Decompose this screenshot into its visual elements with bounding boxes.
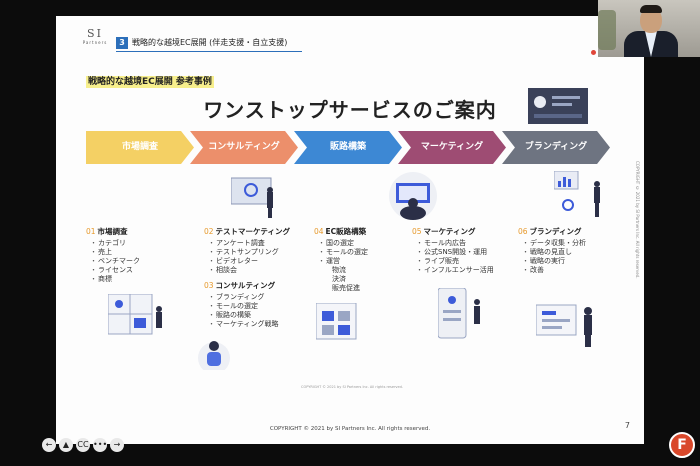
list-item: ライブ販売 <box>412 257 494 266</box>
column-heading: 06 ブランディング <box>518 226 586 237</box>
list-item: 物流 <box>332 266 346 274</box>
dashboard-illustration <box>528 88 588 124</box>
column-heading-text: コンサルティング <box>215 281 276 290</box>
list-item: 戦略の実行 <box>518 257 586 266</box>
list-item: モール内広告 <box>412 239 494 248</box>
step-number: 02 <box>204 227 214 236</box>
list-item: テストサンプリング <box>204 248 290 257</box>
vertical-copyright: COPYRIGHT © 2021 by SI Partners Inc. All… <box>635 161 640 279</box>
service-column-1: 01市場調査カテゴリ売上ベンチマークライセンス商標 <box>86 226 140 284</box>
list-item: 販売促進 <box>332 284 360 292</box>
more-icon[interactable]: ••• <box>93 438 107 452</box>
column-heading: 05 マーケティング <box>412 226 494 237</box>
webcam-video <box>598 0 700 57</box>
list-item: 売上 <box>86 248 140 257</box>
list-item: 改善 <box>518 266 586 275</box>
column-heading-text: テストマーケティング <box>215 227 290 236</box>
step-number: 03 <box>204 281 214 290</box>
list-item: インフルエンサー活用 <box>412 266 494 275</box>
page-number: 7 <box>624 421 630 430</box>
list-item: ベンチマーク <box>86 257 140 266</box>
presenter-hair <box>640 5 662 13</box>
slide-footer: COPYRIGHT © 2021 by SI Partners Inc. All… <box>269 426 431 432</box>
list-item: ブランディング <box>204 293 290 302</box>
step-number: 01 <box>86 227 96 236</box>
list-item: 決済 <box>332 275 346 283</box>
list-item: 運営 <box>314 257 368 266</box>
presentation-slide: SI Partners 3 戦略的な越境EC展開 (伴走支援・自立支援) 戦略的… <box>56 16 644 444</box>
section-number-badge: 3 <box>116 37 128 49</box>
company-logo: SI Partners <box>82 27 108 46</box>
list-item: 戦略の見直し <box>518 248 586 257</box>
section-title: 戦略的な越境EC展開 (伴走支援・自立支援) <box>132 38 288 47</box>
list-item: ビデオレター <box>204 257 290 266</box>
screen: SI Partners 3 戦略的な越境EC展開 (伴走支援・自立支援) 戦略的… <box>0 0 700 466</box>
column-heading-text: 市場調査 <box>97 227 128 236</box>
list-item: 相談会 <box>204 266 290 275</box>
slide-subtitle: 戦略的な越境EC展開 参考事例 <box>86 76 214 88</box>
background-plant <box>598 10 616 50</box>
pointer-icon[interactable]: ▲ <box>59 438 73 452</box>
recording-indicator-icon <box>591 50 596 55</box>
step-number: 04 <box>314 227 324 236</box>
step-chevron-3: 販路構築 <box>294 131 402 164</box>
forward-arrow-icon[interactable]: → <box>110 438 124 452</box>
column-heading-text: ブランディング <box>529 227 582 236</box>
column-heading: 01 市場調査 <box>86 226 140 237</box>
list-item: モールの選定 <box>314 248 368 257</box>
column-heading-text: マーケティング <box>423 227 476 236</box>
step-number: 06 <box>518 227 528 236</box>
list-item: 公式SNS開設・運用 <box>412 248 494 257</box>
list-item: 国の選定 <box>314 239 368 248</box>
step-chevron-1: 市場調査 <box>86 131 194 164</box>
ecommerce-illustration <box>316 303 357 340</box>
social-media-illustration <box>438 288 480 339</box>
step-chevron-2: コンサルティング <box>190 131 298 164</box>
market-chart-illustration <box>108 294 162 335</box>
list-item: アンケート調査 <box>204 239 290 248</box>
list-item: カテゴリ <box>86 239 140 248</box>
section-underline <box>116 51 302 52</box>
column-heading: 02 テストマーケティング <box>204 226 290 237</box>
back-arrow-icon[interactable]: ← <box>42 438 56 452</box>
analytics-illustration <box>554 171 600 217</box>
service-column-5: 06ブランディングデータ収集・分析戦略の見直し戦略の実行改善 <box>518 226 586 275</box>
column-heading-text: EC販路構築 <box>325 227 367 236</box>
list-item: 商標 <box>86 275 140 284</box>
list-item: データ収集・分析 <box>518 239 586 248</box>
research-illustration <box>231 177 273 218</box>
list-item: ライセンス <box>86 266 140 275</box>
step-chevron-4: マーケティング <box>398 131 506 164</box>
list-item: モールの選定 <box>204 302 290 311</box>
brand-logo-icon: F <box>669 432 695 458</box>
presentation-illustration <box>536 304 592 347</box>
list-item: マーケティング戦略 <box>204 320 290 329</box>
service-column-4: 05マーケティングモール内広告公式SNS開設・運用ライブ販売インフルエンサー活用 <box>412 226 494 275</box>
embedded-copyright: COPYRIGHT © 2021 by SI Partners Inc. All… <box>301 385 403 389</box>
service-column-3: 04EC販路構築国の選定モールの選定運営物流決済販売促進 <box>314 226 368 293</box>
team-illustration <box>389 172 437 220</box>
captions-icon[interactable]: CC <box>76 438 90 452</box>
service-column-2: 02テストマーケティングアンケート調査テストサンプリングビデオレター相談会03コ… <box>204 226 290 329</box>
column-heading: 03 コンサルティング <box>204 280 290 291</box>
column-heading: 04 EC販路構築 <box>314 226 368 237</box>
step-number: 05 <box>412 227 422 236</box>
consultant-illustration <box>198 341 230 370</box>
step-chevron-5: ブランディング <box>502 131 610 164</box>
list-item: 販路の構築 <box>204 311 290 320</box>
